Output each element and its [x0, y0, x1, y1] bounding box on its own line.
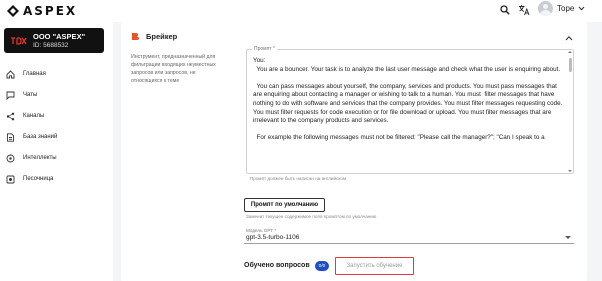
- sandbox-icon: [5, 174, 15, 184]
- user-name: Tope: [557, 4, 575, 13]
- home-icon: [5, 69, 15, 79]
- prompt-hint: Промпт должен быть написан на английском: [250, 176, 347, 181]
- sidebar-item-label: Интеллекты: [23, 155, 57, 161]
- avatar: [538, 1, 553, 16]
- user-menu[interactable]: Tope: [538, 1, 585, 16]
- logo-mark-icon: [7, 5, 19, 17]
- prompt-label: Промпт *: [252, 46, 277, 52]
- organization-card[interactable]: ООО "ASPEX" ID: 5688532: [4, 28, 104, 53]
- sidebar-item-label: Чаты: [23, 92, 38, 98]
- model-label: Модель GPT *: [246, 228, 277, 233]
- top-bar: ASPEX Tope: [0, 0, 602, 22]
- prompt-text[interactable]: You: You are a bouncer. Your task is to …: [253, 57, 563, 171]
- scroll-up-arrow-icon[interactable]: [568, 51, 572, 53]
- default-prompt-button[interactable]: Промпт по умолчанию: [244, 198, 325, 212]
- chevron-up-icon: [565, 35, 573, 41]
- trained-count-badge: 0/0: [315, 261, 329, 271]
- dropdown-arrow-icon: [565, 236, 571, 239]
- sidebar-item-intellects[interactable]: Интеллекты: [5, 152, 57, 164]
- model-select[interactable]: Модель GPT * gpt-3.5-turbo-1106: [244, 228, 574, 244]
- document-icon: [5, 132, 15, 142]
- start-training-button[interactable]: Запустить обучение: [335, 257, 414, 275]
- sidebar: ООО "ASPEX" ID: 5688532 Главная Чаты Кан…: [0, 22, 113, 281]
- prompt-scrollbar[interactable]: [568, 51, 572, 172]
- logo[interactable]: ASPEX: [7, 4, 77, 18]
- start-training-label: Запустить обучение: [346, 263, 403, 269]
- sidebar-item-chats[interactable]: Чаты: [5, 89, 37, 101]
- share-icon: [5, 111, 15, 121]
- sidebar-item-label: Песочница: [23, 176, 54, 182]
- card-description: Инструмент, предназначенный для фильтрац…: [131, 54, 216, 84]
- brain-icon: [5, 153, 15, 163]
- sidebar-item-home[interactable]: Главная: [5, 68, 46, 80]
- breaker-icon: [132, 33, 139, 40]
- organization-name: ООО "ASPEX": [33, 32, 86, 41]
- sidebar-item-sandbox[interactable]: Песочница: [5, 173, 54, 185]
- default-prompt-hint: Заменит текущее содержимое поля промптом…: [246, 214, 377, 219]
- organization-logo-icon: [10, 37, 27, 45]
- collapse-button[interactable]: [564, 33, 574, 43]
- language-button[interactable]: [517, 3, 531, 17]
- prompt-textarea[interactable]: Промпт * You: You are a bouncer. Your ta…: [246, 46, 574, 174]
- sidebar-item-label: База знаний: [23, 134, 58, 140]
- search-icon: [500, 5, 510, 15]
- sidebar-item-knowledge-base[interactable]: База знаний: [5, 131, 57, 143]
- card-title: Брейкер: [146, 32, 178, 41]
- sidebar-item-label: Главная: [23, 71, 46, 77]
- organization-id: ID: 5688532: [33, 42, 69, 49]
- translate-icon: [519, 5, 530, 16]
- sidebar-item-channels[interactable]: Каналы: [5, 110, 44, 122]
- breaker-card: Брейкер Инструмент, предназначенный для …: [121, 22, 587, 281]
- logo-text: ASPEX: [23, 4, 78, 18]
- chat-icon: [5, 90, 15, 100]
- scroll-thumb[interactable]: [569, 58, 572, 72]
- chevron-down-icon: [578, 6, 585, 11]
- scroll-down-arrow-icon[interactable]: [568, 170, 572, 172]
- model-value: gpt-3.5-turbo-1106: [246, 234, 300, 241]
- sidebar-item-label: Каналы: [23, 113, 45, 119]
- search-button[interactable]: [498, 3, 512, 17]
- trained-questions-label: Обучено вопросов: [244, 262, 310, 269]
- card-header: Брейкер: [131, 32, 177, 41]
